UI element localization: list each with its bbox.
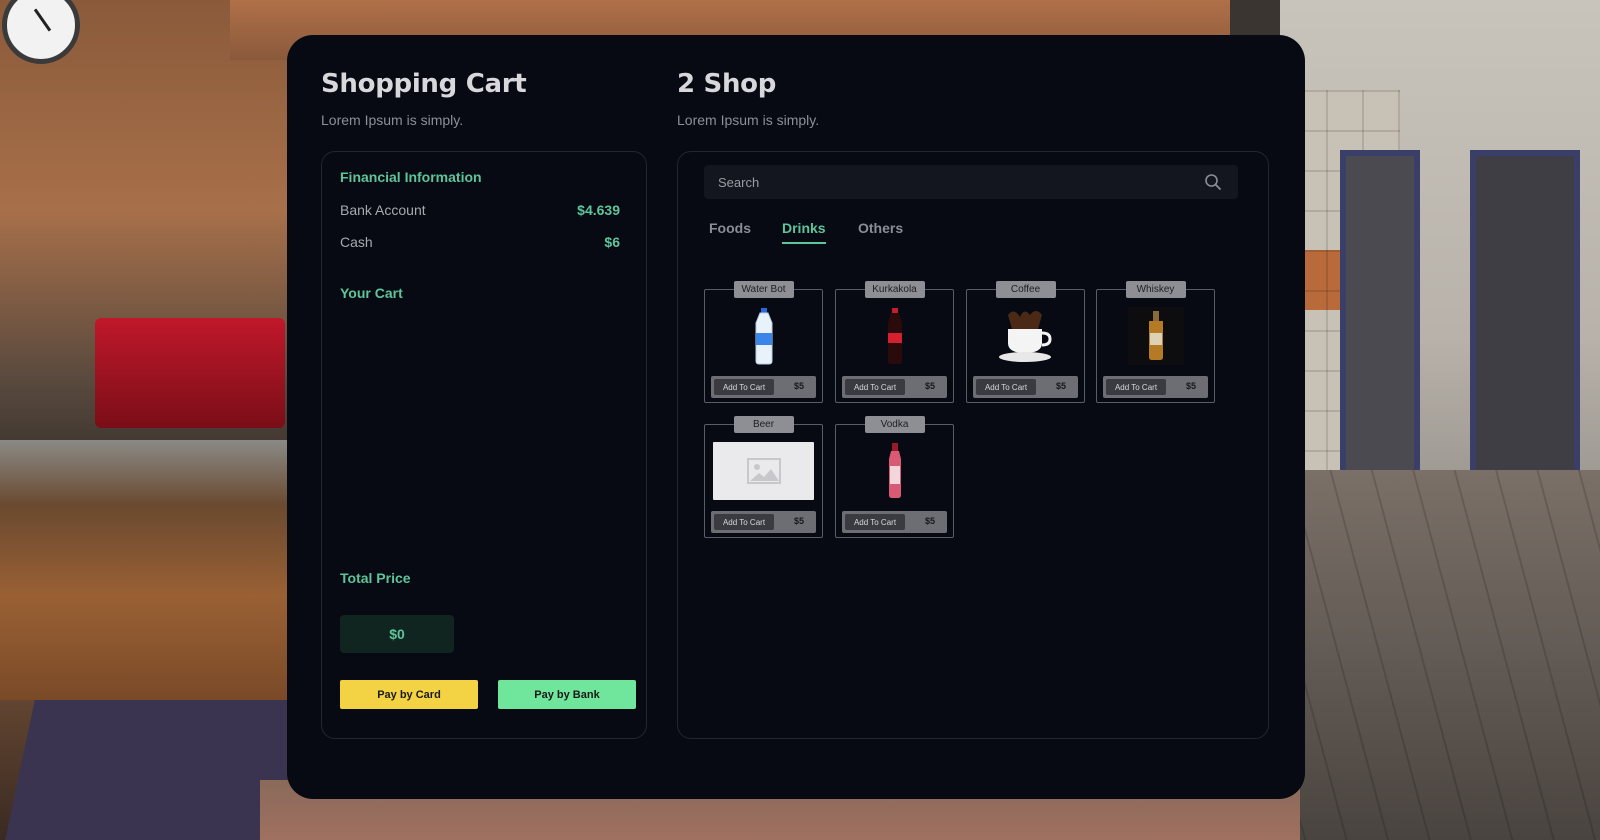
shop-subtitle: Lorem Ipsum is simply. — [677, 112, 820, 128]
total-price-value: $0 — [340, 615, 454, 653]
search-input[interactable] — [704, 165, 1184, 199]
store-counter — [0, 440, 300, 700]
cart-subtitle: Lorem Ipsum is simply. — [321, 112, 464, 128]
add-to-cart-bar: Add To Cart $5 — [1103, 376, 1208, 398]
coffee-cup-icon — [975, 306, 1076, 366]
add-to-cart-bar: Add To Cart $5 — [842, 376, 947, 398]
product-card: Kurkakola Add To Cart $5 — [835, 281, 954, 403]
shop-title: 2 Shop — [677, 69, 777, 99]
add-to-cart-button[interactable]: Add To Cart — [714, 514, 774, 530]
financial-info-title: Financial Information — [340, 169, 482, 185]
product-card: Beer Add To Cart $5 — [704, 416, 823, 538]
search-icon[interactable] — [1204, 173, 1222, 191]
your-cart-title: Your Cart — [340, 285, 403, 301]
add-to-cart-button[interactable]: Add To Cart — [845, 514, 905, 530]
cart-box: Financial Information Bank Account $4.63… — [321, 151, 647, 739]
product-card: Water Bot Add To Cart $5 — [704, 281, 823, 403]
add-to-cart-bar: Add To Cart $5 — [973, 376, 1078, 398]
shop-box: Foods Drinks Others Water Bot Add To Car… — [677, 151, 1269, 739]
product-name: Whiskey — [1125, 281, 1186, 298]
tab-foods[interactable]: Foods — [709, 220, 751, 242]
add-to-cart-button[interactable]: Add To Cart — [976, 379, 1036, 395]
product-name: Water Bot — [733, 281, 794, 298]
product-name: Coffee — [995, 281, 1056, 298]
product-price: $5 — [793, 516, 804, 526]
product-price: $5 — [1185, 381, 1196, 391]
add-to-cart-button[interactable]: Add To Cart — [845, 379, 905, 395]
vodka-bottle-icon — [844, 441, 945, 501]
product-name: Kurkakola — [864, 281, 925, 298]
product-name: Vodka — [864, 416, 925, 433]
total-price-title: Total Price — [340, 570, 411, 586]
pay-by-card-button[interactable]: Pay by Card — [340, 680, 478, 709]
tab-others[interactable]: Others — [858, 220, 903, 242]
soda-dispenser — [95, 318, 285, 428]
product-price: $5 — [793, 381, 804, 391]
cash-value: $6 — [604, 234, 620, 250]
add-to-cart-bar: Add To Cart $5 — [711, 511, 816, 533]
product-card: Coffee Add To Cart $5 — [966, 281, 1085, 403]
search-bar — [704, 165, 1238, 199]
shop-panel: Shopping Cart Lorem Ipsum is simply. Fin… — [287, 35, 1305, 799]
product-card: Vodka Add To Cart $5 — [835, 416, 954, 538]
whiskey-bottle-icon — [1105, 306, 1206, 366]
cash-label: Cash — [340, 234, 373, 250]
product-price: $5 — [924, 381, 935, 391]
add-to-cart-bar: Add To Cart $5 — [842, 511, 947, 533]
water-bottle-icon — [713, 306, 814, 366]
cash-row: Cash $6 — [340, 234, 620, 250]
pay-by-bank-button[interactable]: Pay by Bank — [498, 680, 636, 709]
add-to-cart-bar: Add To Cart $5 — [711, 376, 816, 398]
cart-title: Shopping Cart — [321, 69, 527, 99]
add-to-cart-button[interactable]: Add To Cart — [1106, 379, 1166, 395]
tab-drinks[interactable]: Drinks — [782, 220, 826, 244]
cola-bottle-icon — [844, 306, 945, 366]
product-price: $5 — [1055, 381, 1066, 391]
product-card: Whiskey Add To Cart $5 — [1096, 281, 1215, 403]
bank-account-row: Bank Account $4.639 — [340, 202, 620, 218]
image-placeholder-icon — [713, 442, 814, 500]
product-price: $5 — [924, 516, 935, 526]
bank-account-value: $4.639 — [577, 202, 620, 218]
bank-account-label: Bank Account — [340, 202, 426, 218]
add-to-cart-button[interactable]: Add To Cart — [714, 379, 774, 395]
product-name: Beer — [733, 416, 794, 433]
